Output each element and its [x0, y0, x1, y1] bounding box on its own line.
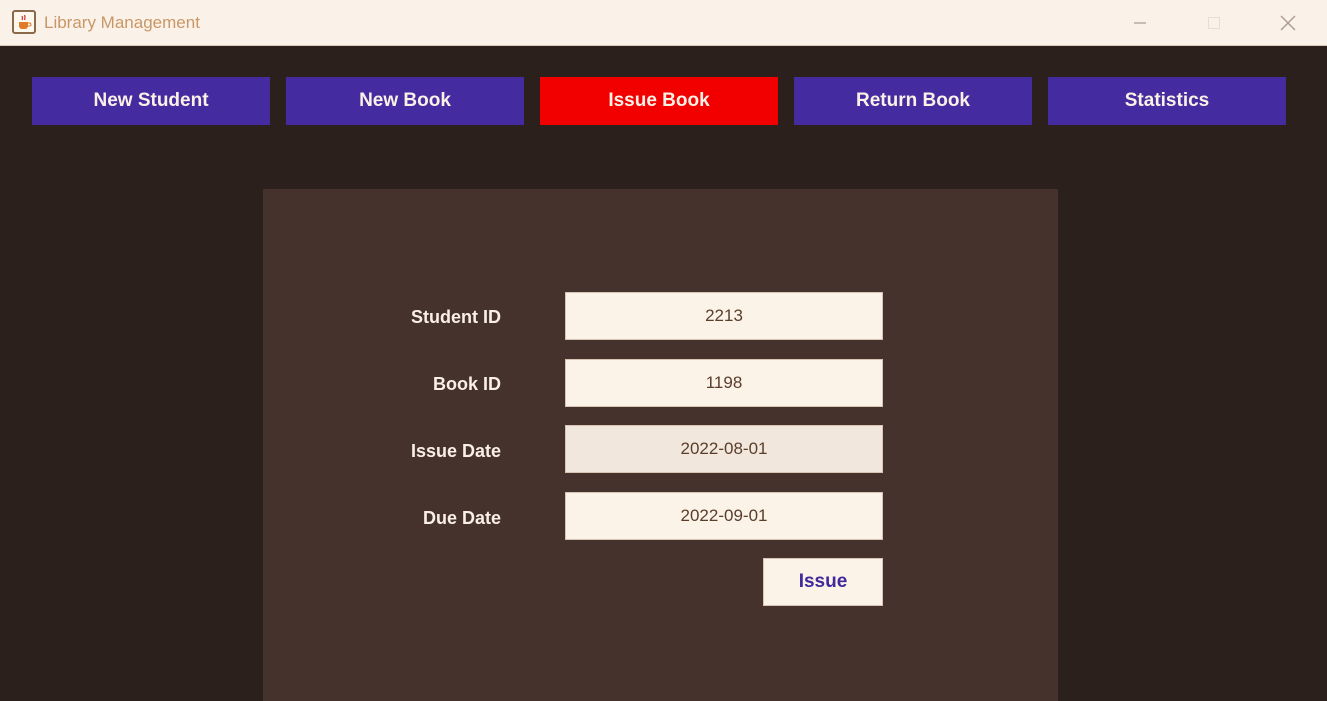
- issue-book-panel: Student ID Book ID Issue Date Due Date I…: [263, 189, 1058, 701]
- issue-date-field[interactable]: [565, 425, 883, 473]
- student-id-label: Student ID: [411, 307, 501, 327]
- nav-new-student-button[interactable]: New Student: [32, 77, 270, 125]
- window-title: Library Management: [44, 13, 200, 32]
- maximize-button[interactable]: [1184, 0, 1244, 46]
- minimize-button[interactable]: [1110, 0, 1170, 46]
- main-nav: New Student New Book Issue Book Return B…: [0, 46, 1327, 146]
- book-id-field[interactable]: [565, 359, 883, 407]
- nav-statistics-button[interactable]: Statistics: [1048, 77, 1286, 125]
- maximize-icon: [1208, 17, 1220, 29]
- close-icon: [1280, 15, 1296, 31]
- book-id-label: Book ID: [432, 374, 501, 394]
- student-id-field[interactable]: [565, 292, 883, 340]
- nav-return-book-button[interactable]: Return Book: [794, 77, 1032, 125]
- minimize-icon: [1134, 22, 1146, 24]
- nav-new-book-button[interactable]: New Book: [286, 77, 524, 125]
- java-cup-icon: [12, 10, 36, 34]
- issue-date-label: Issue Date: [410, 441, 501, 461]
- issue-button[interactable]: Issue: [763, 558, 883, 606]
- nav-issue-book-button[interactable]: Issue Book: [540, 77, 778, 125]
- due-date-field[interactable]: [565, 492, 883, 540]
- title-bar: Library Management: [0, 0, 1327, 46]
- close-button[interactable]: [1258, 0, 1318, 46]
- due-date-label: Due Date: [422, 508, 501, 528]
